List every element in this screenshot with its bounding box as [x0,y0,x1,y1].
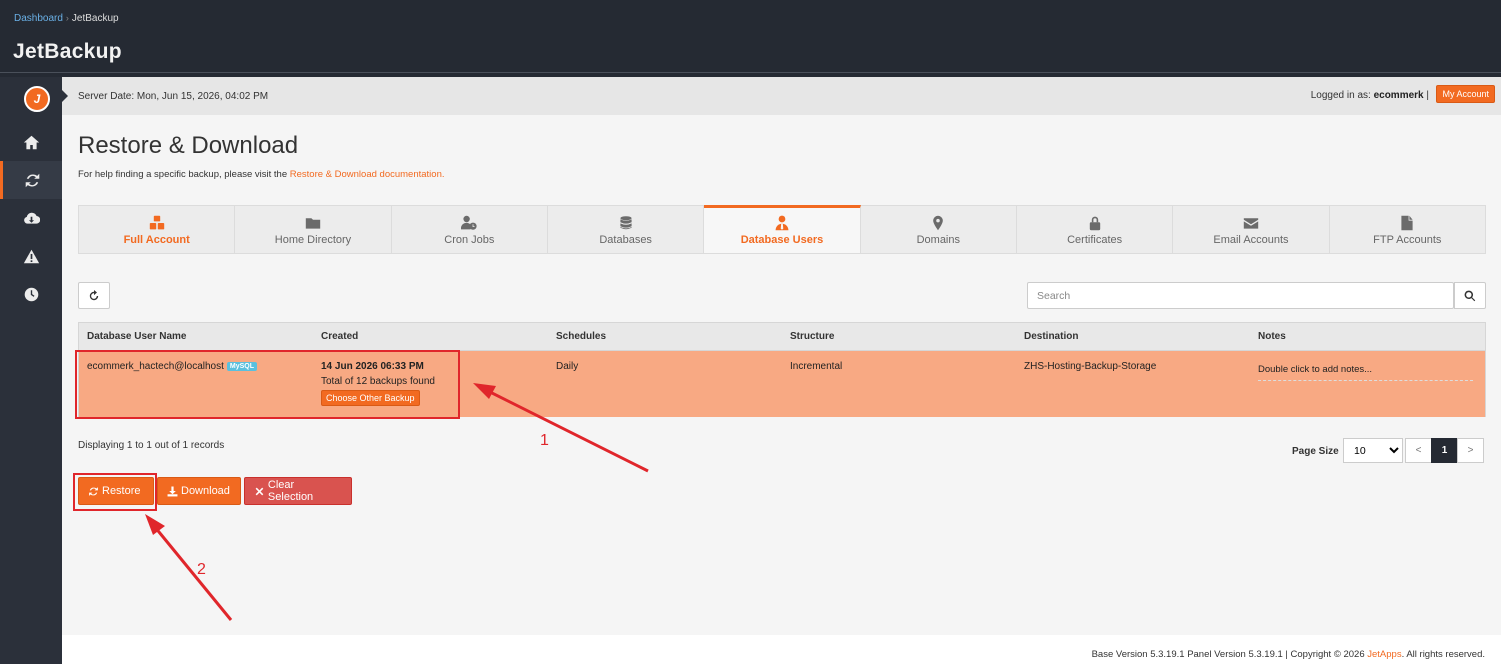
folder-icon [305,218,321,229]
footer-jetapps-link[interactable]: JetApps [1367,649,1401,660]
app-title: JetBackup [13,40,122,63]
page-size-label: Page Size [1292,446,1339,457]
footer-rights: . All rights reserved. [1401,649,1485,660]
breadcrumb-chevron-icon: › [65,13,69,23]
help-text: For help finding a specific backup, plea… [78,169,445,180]
download-icon [167,486,178,496]
jetbackup-logo-icon[interactable]: J [24,86,50,112]
sync-icon [25,173,40,187]
user-tie-icon [775,215,789,231]
tab-label: Email Accounts [1213,234,1289,246]
search-input[interactable] [1027,282,1454,309]
tab-email-accounts[interactable]: Email Accounts [1173,206,1330,253]
server-info-bar: Server Date: Mon, Jun 15, 2026, 04:02 PM… [62,77,1501,115]
refresh-button[interactable] [78,282,110,309]
records-count: Displaying 1 to 1 out of 1 records [78,440,225,451]
download-button[interactable]: Download [157,477,241,505]
tab-full-account[interactable]: Full Account [79,206,236,253]
cloud-download-icon [23,212,40,224]
header-destination[interactable]: Destination [1016,323,1250,350]
cell-schedule: Daily [556,361,579,372]
database-icon [620,216,632,230]
page-size-select[interactable]: 10 [1343,438,1403,463]
tab-label: Full Account [123,234,190,246]
tab-label: Domains [916,234,960,246]
documentation-link[interactable]: Restore & Download documentation. [290,169,445,180]
logged-in-label: Logged in as: [1310,90,1371,101]
footer-text: Base Version 5.3.19.1 Panel Version 5.3.… [1092,649,1485,660]
tab-label: Certificates [1067,234,1123,246]
header-notes[interactable]: Notes [1250,323,1485,350]
annotation-box-restore [73,473,157,511]
tab-database-users[interactable]: Database Users [704,205,861,253]
tab-domains[interactable]: Domains [861,206,1017,253]
cell-destination: ZHS-Hosting-Backup-Storage [1024,361,1157,372]
clear-selection-label: Clear Selection [267,479,314,503]
tab-home-directory[interactable]: Home Directory [235,206,392,253]
server-date: Server Date: Mon, Jun 15, 2026, 04:02 PM [78,91,269,102]
warning-icon [23,249,39,263]
sidebar-item-queue[interactable] [0,275,62,313]
pagination: < 1 > [1405,438,1484,463]
page-1-button[interactable]: 1 [1431,438,1458,463]
search-button[interactable] [1454,282,1486,309]
annotation-number-1: 1 [540,432,549,449]
top-header: Dashboard › JetBackup JetBackup [0,0,1501,77]
tab-label: Database Users [740,234,824,246]
prev-page-button[interactable]: < [1405,438,1432,463]
clear-selection-button[interactable]: Clear Selection [244,477,352,505]
envelope-icon [1243,218,1259,229]
refresh-icon [89,289,99,300]
tab-label: Home Directory [274,234,352,246]
server-bar-notch [62,90,68,102]
footer-version: Base Version 5.3.19.1 Panel Version 5.3.… [1091,649,1365,660]
cell-structure: Incremental [790,361,843,372]
header-divider [0,72,1501,73]
breadcrumb-dashboard-link[interactable]: Dashboard [14,13,63,24]
logged-in-info: Logged in as: ecommerk | [1311,90,1429,101]
file-icon [1401,215,1413,231]
cell-notes: Double click to add notes... [1250,351,1485,417]
sidebar: J [0,77,62,664]
sidebar-item-downloads[interactable] [0,199,62,237]
header-structure[interactable]: Structure [782,323,1016,350]
download-label: Download [181,485,230,497]
close-icon [255,487,264,495]
breadcrumb-current: JetBackup [71,13,119,24]
logged-in-separator: | [1426,90,1429,101]
lock-icon [1089,216,1100,231]
user-clock-icon [461,215,477,230]
annotation-number-2: 2 [197,561,206,578]
sidebar-item-restore[interactable] [0,161,62,199]
header-created[interactable]: Created [313,323,548,350]
header-database-user-name[interactable]: Database User Name [79,323,313,350]
header-schedules[interactable]: Schedules [548,323,782,350]
footer: Base Version 5.3.19.1 Panel Version 5.3.… [62,635,1501,664]
tab-label: Databases [599,234,652,246]
help-text-prefix: For help finding a specific backup, plea… [78,169,288,180]
tab-ftp-accounts[interactable]: FTP Accounts [1330,206,1485,253]
tab-label: FTP Accounts [1373,234,1442,246]
notes-editable[interactable]: Double click to add notes... [1258,361,1473,381]
backup-type-tabs: Full Account Home Directory Cron Jobs Da… [78,205,1486,254]
next-page-button[interactable]: > [1457,438,1484,463]
tab-cron-jobs[interactable]: Cron Jobs [392,206,548,253]
sidebar-item-alerts[interactable] [0,237,62,275]
page-title: Restore & Download [78,132,299,159]
search-icon [1464,290,1476,301]
sidebar-item-home[interactable] [0,123,62,161]
tab-databases[interactable]: Databases [548,206,705,253]
table-header: Database User Name Created Schedules Str… [78,322,1486,351]
home-icon [23,135,39,149]
my-account-button[interactable]: My Account [1436,85,1495,103]
tab-certificates[interactable]: Certificates [1017,206,1174,253]
cubes-icon [149,215,164,230]
tab-label: Cron Jobs [444,234,495,246]
clock-icon [24,287,38,301]
annotation-box-row [75,350,460,419]
logged-in-username: ecommerk [1373,90,1424,101]
map-marker-icon [933,215,944,231]
breadcrumb: Dashboard › JetBackup [14,13,119,24]
